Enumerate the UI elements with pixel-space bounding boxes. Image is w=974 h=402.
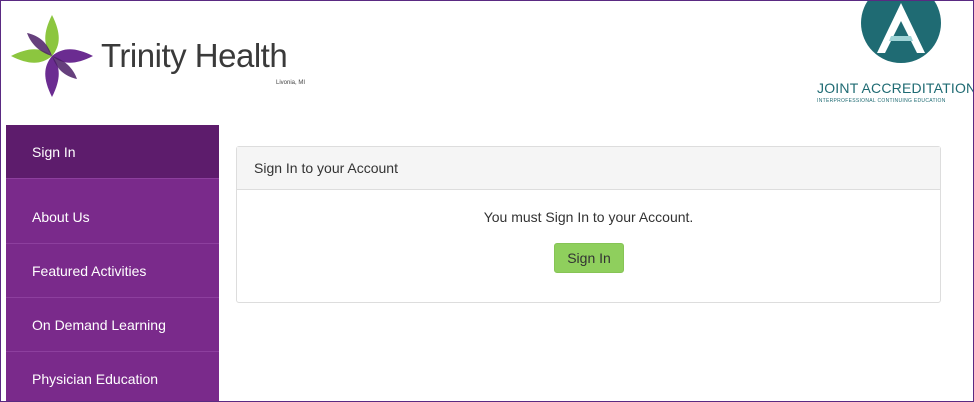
trinity-cross-logo-icon bbox=[11, 15, 93, 97]
page-frame: Trinity Health Livonia, MI JOINT ACCREDI… bbox=[0, 0, 974, 402]
joint-accreditation-logo-icon bbox=[861, 1, 941, 63]
signin-message: You must Sign In to your Account. bbox=[483, 209, 694, 225]
sidebar-nav: Sign In About Us Featured Activities On … bbox=[6, 125, 219, 401]
accreditation-title: JOINT ACCREDITATION bbox=[817, 80, 974, 96]
sidebar-item-physician-education[interactable]: Physician Education bbox=[6, 352, 219, 401]
sign-in-button[interactable]: Sign In bbox=[554, 243, 624, 273]
sidebar-item-sign-in[interactable]: Sign In bbox=[6, 125, 219, 179]
brand-name: Trinity Health bbox=[101, 37, 288, 74]
signin-panel: Sign In to your Account You must Sign In… bbox=[236, 146, 941, 303]
panel-title: Sign In to your Account bbox=[237, 147, 940, 190]
site-header: Trinity Health Livonia, MI JOINT ACCREDI… bbox=[1, 1, 973, 125]
accreditation-subtitle: INTERPROFESSIONAL CONTINUING EDUCATION bbox=[817, 98, 946, 104]
sidebar-item-featured-activities[interactable]: Featured Activities bbox=[6, 244, 219, 298]
brand-location: Livonia, MI bbox=[276, 80, 306, 86]
sidebar-item-about-us[interactable]: About Us bbox=[6, 190, 219, 244]
sidebar-item-on-demand-learning[interactable]: On Demand Learning bbox=[6, 298, 219, 352]
